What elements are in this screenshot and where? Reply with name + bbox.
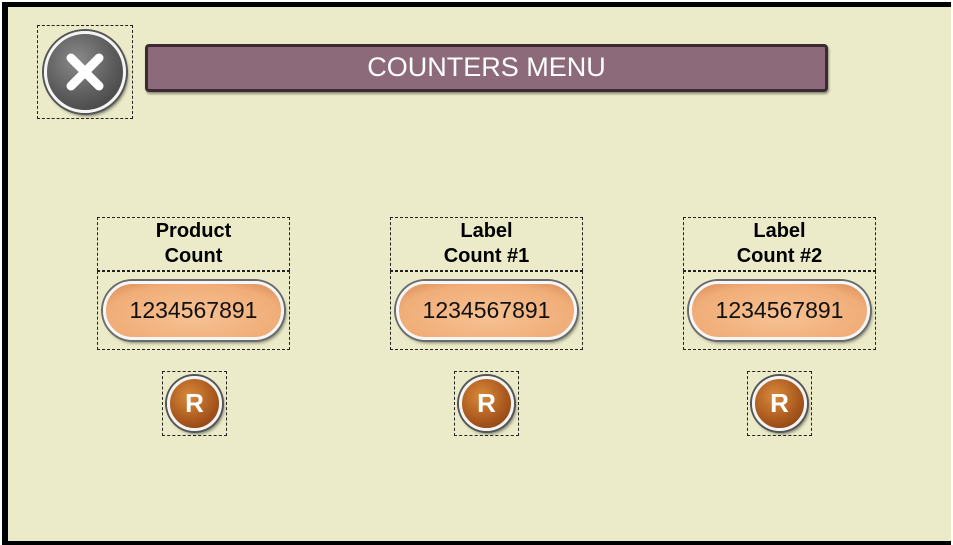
counter-value-frame: 1234567891 [390, 271, 583, 350]
counter-value-label-count-1: 1234567891 [396, 281, 577, 340]
counter-value-label-count-2: 1234567891 [689, 281, 870, 340]
counter-value-product-count: 1234567891 [103, 281, 284, 340]
counter-label-product-count: Product Count [97, 217, 290, 271]
counter-value-frame: 1234567891 [683, 271, 876, 350]
reset-label-count-1-button[interactable]: R [459, 376, 514, 431]
counter-label-label-count-1: Label Count #1 [390, 217, 583, 271]
counter-value-frame: 1234567891 [97, 271, 290, 350]
close-button-frame [37, 25, 133, 119]
reset-button-frame: R [162, 371, 227, 436]
reset-button-frame: R [454, 371, 519, 436]
reset-product-count-button[interactable]: R [167, 376, 222, 431]
reset-label-count-2-button[interactable]: R [752, 376, 807, 431]
close-button[interactable] [44, 31, 126, 113]
reset-button-frame: R [747, 371, 812, 436]
close-x-icon [66, 53, 104, 91]
page-title: COUNTERS MENU [145, 44, 828, 92]
counter-label-label-count-2: Label Count #2 [683, 217, 876, 271]
